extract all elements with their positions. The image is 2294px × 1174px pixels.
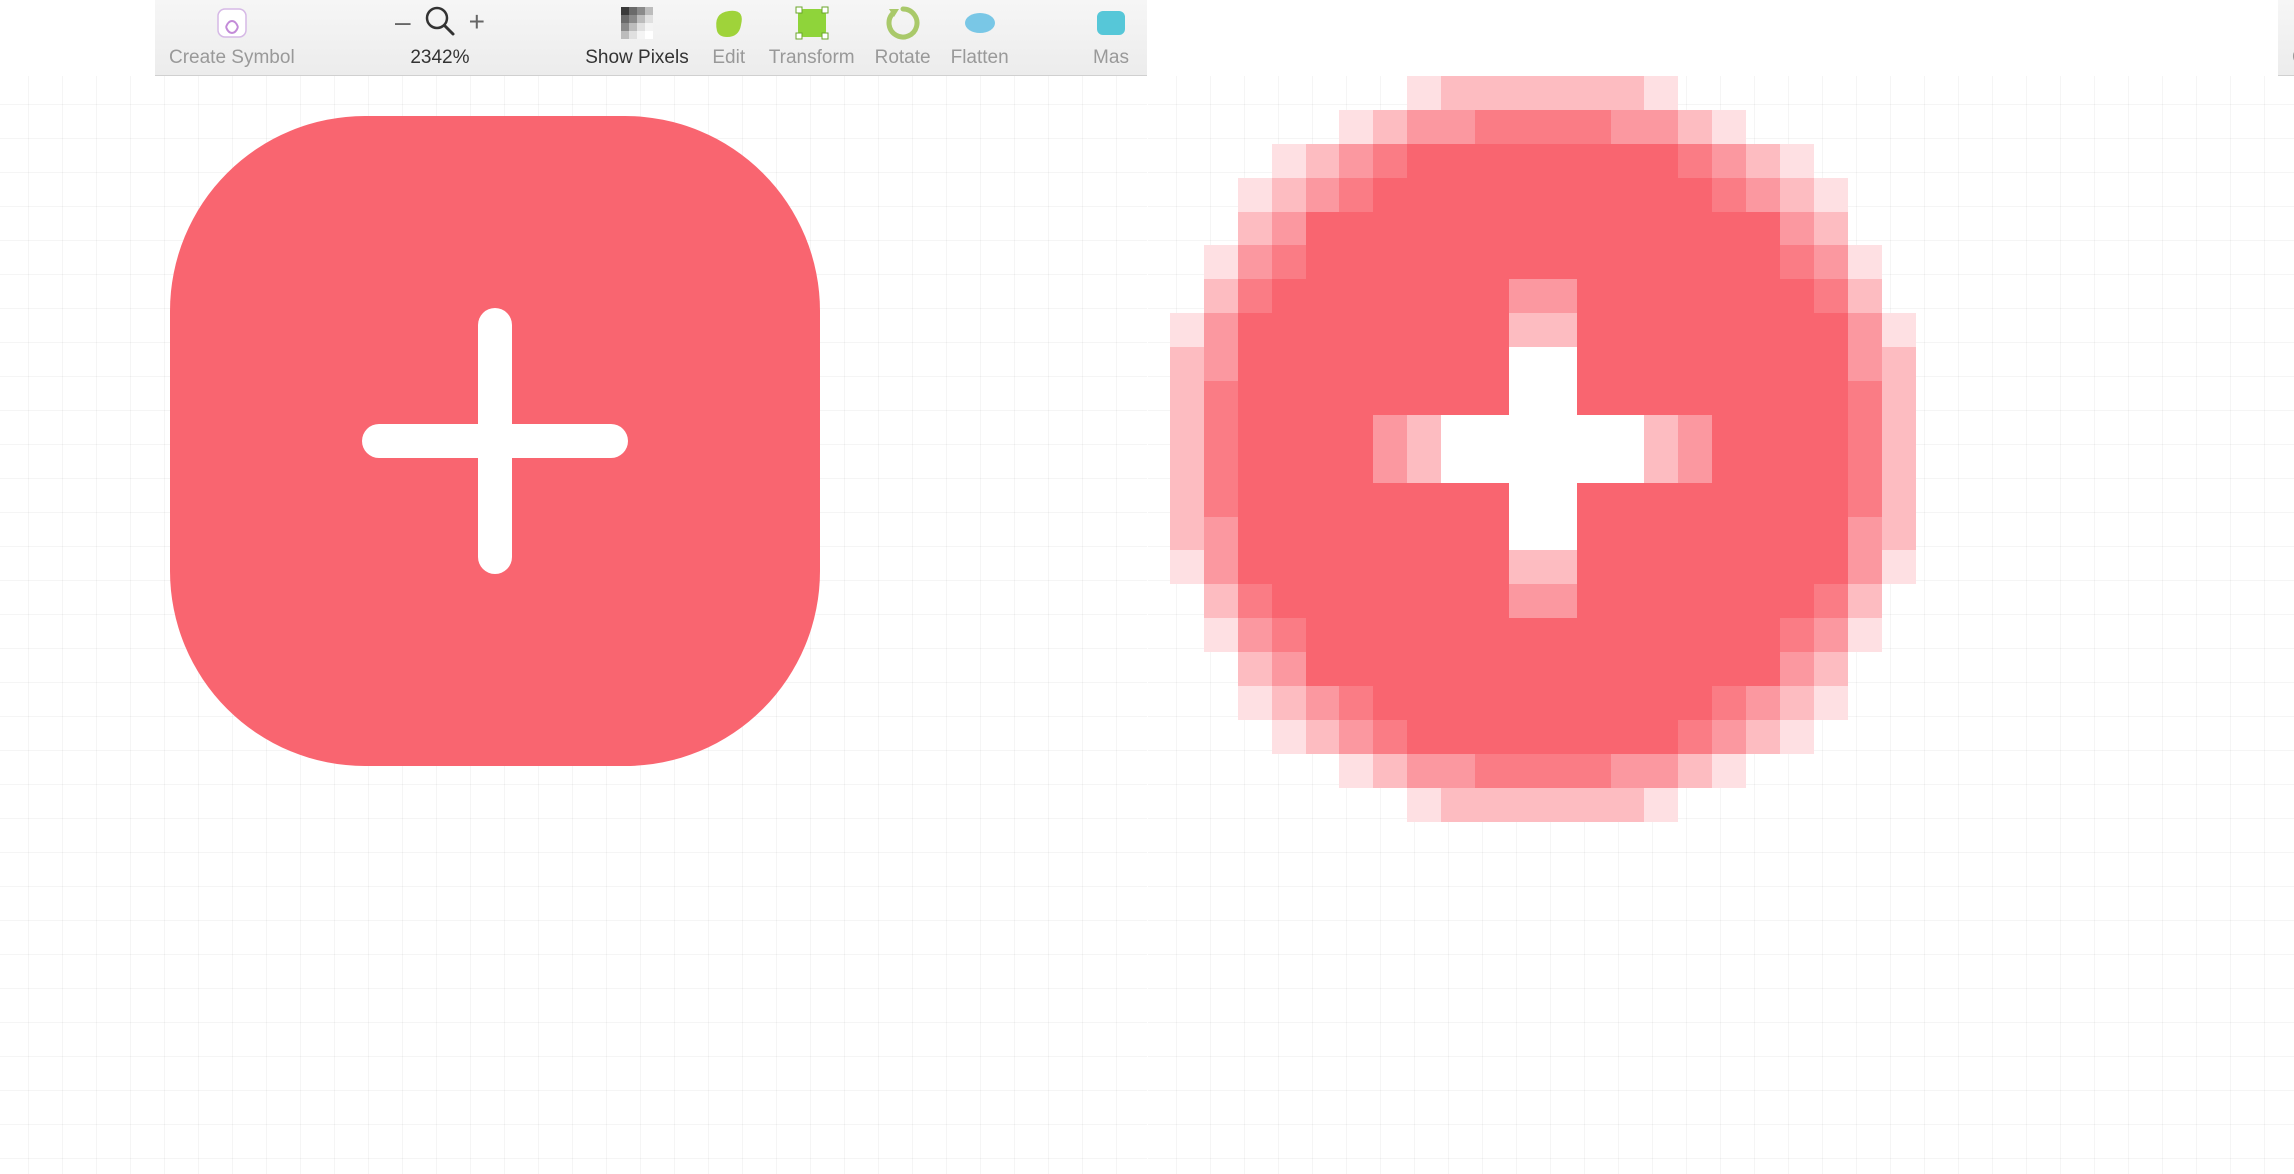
create-symbol-button[interactable]: Create Symbol xyxy=(159,0,305,75)
pane-right: Create Symbol – + 2342% xyxy=(1147,0,2294,1174)
transform-label: Transform xyxy=(769,47,855,69)
zoom-control[interactable]: – + 2342% xyxy=(367,0,513,75)
canvas-right[interactable] xyxy=(1148,76,2294,1174)
toolbar-spacer xyxy=(513,0,575,75)
flatten-label: Flatten xyxy=(951,47,1009,69)
artwork-pixelated-plus-icon[interactable] xyxy=(1170,76,1916,822)
mask-label: Mas xyxy=(1093,47,1129,69)
transform-button[interactable]: Transform xyxy=(759,0,865,75)
edit-blob-icon xyxy=(709,3,749,43)
app-stage: Create Symbol – + 2342% xyxy=(0,0,2294,1174)
flatten-icon xyxy=(960,3,1000,43)
show-pixels-button[interactable]: Show Pixels xyxy=(575,0,699,75)
rotate-button[interactable]: Rotate xyxy=(865,0,941,75)
flatten-button[interactable]: Flatten xyxy=(941,0,1019,75)
create-symbol-button[interactable]: Create Symbol xyxy=(2282,0,2294,75)
transform-icon xyxy=(792,3,832,43)
magnifier-icon xyxy=(423,4,457,43)
zoom-value: 2342% xyxy=(410,47,469,69)
show-pixels-icon xyxy=(617,3,657,43)
mask-icon xyxy=(1091,3,1131,43)
canvas-left[interactable] xyxy=(0,76,1147,1174)
pane-left: Create Symbol – + 2342% xyxy=(0,0,1147,1174)
create-symbol-label: Create Symbol xyxy=(169,47,295,69)
rotate-icon xyxy=(883,3,923,43)
artwork-smooth-plus-icon[interactable] xyxy=(170,116,820,766)
toolbar-right: Create Symbol – + 2342% xyxy=(2278,0,2294,76)
toolbar-spacer xyxy=(305,0,367,75)
edit-label: Edit xyxy=(712,47,745,69)
plus-horizontal xyxy=(362,424,628,458)
edit-button[interactable]: Edit xyxy=(699,0,759,75)
show-pixels-label: Show Pixels xyxy=(585,47,689,69)
create-symbol-icon xyxy=(212,3,252,43)
toolbar-spacer xyxy=(1019,0,1081,75)
mask-button[interactable]: Mas xyxy=(1081,0,1141,75)
rotate-label: Rotate xyxy=(875,47,931,69)
zoom-out-button[interactable]: – xyxy=(395,8,411,36)
zoom-in-button[interactable]: + xyxy=(469,8,485,36)
toolbar-left: Create Symbol – + 2342% xyxy=(155,0,1147,76)
pixel-grid xyxy=(1170,76,1916,822)
